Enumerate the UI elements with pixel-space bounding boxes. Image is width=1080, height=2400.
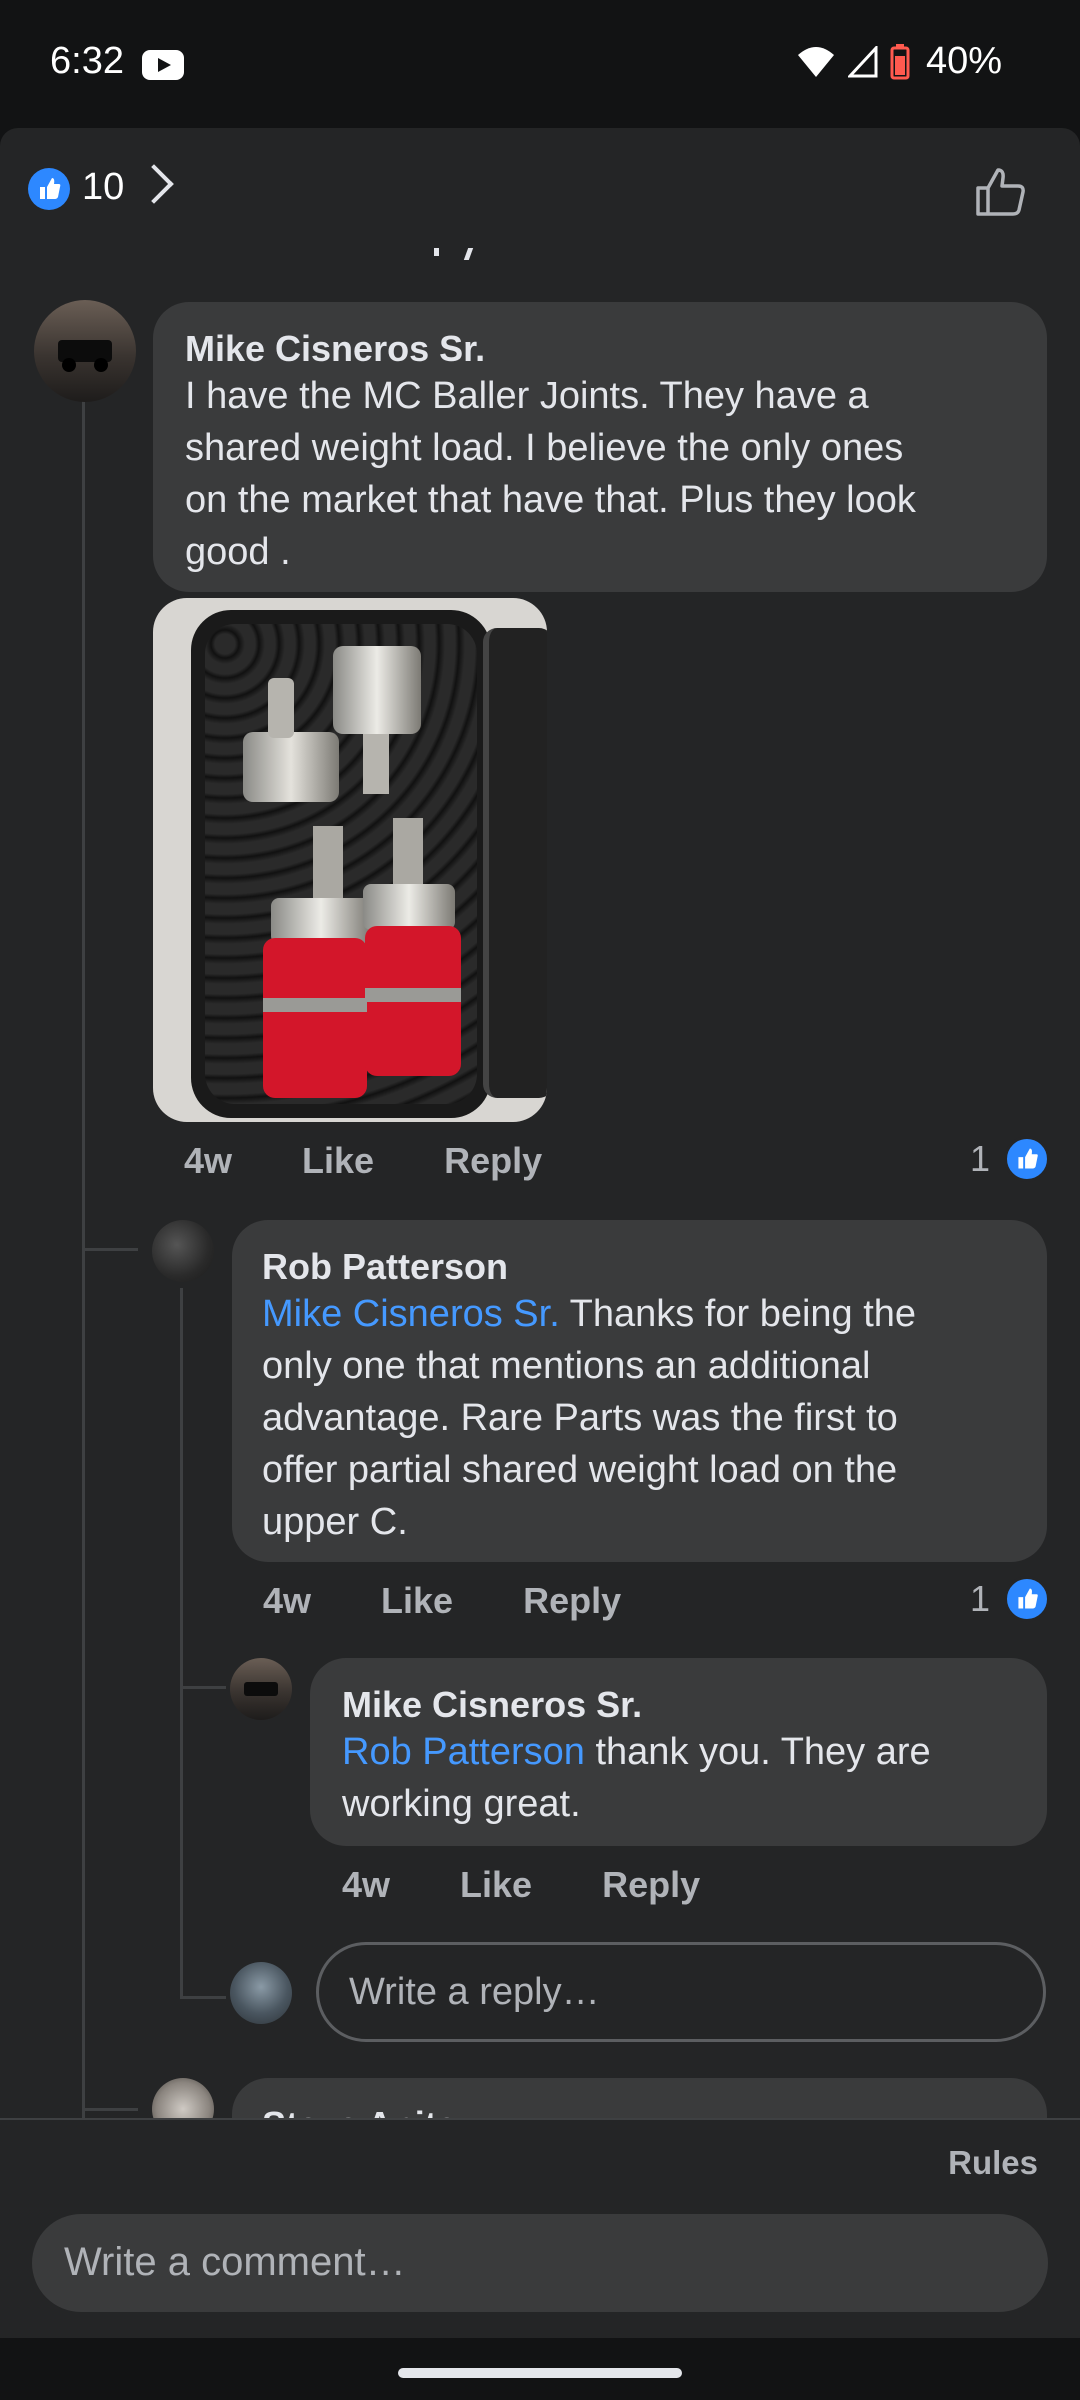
comment-line: offer partial shared weight load on the xyxy=(262,1449,898,1491)
comment-input[interactable]: Write a comment… xyxy=(32,2214,1048,2312)
battery-percent: 40% xyxy=(925,40,1002,82)
comment-reactions[interactable]: 1 xyxy=(970,1576,1050,1622)
thread-connector-reply xyxy=(180,1996,226,1999)
reply-input[interactable]: Write a reply… xyxy=(316,1942,1046,2042)
battery-low-icon xyxy=(890,43,910,79)
like-reaction-icon xyxy=(1004,1576,1050,1622)
mention-link[interactable]: Rob Patterson xyxy=(342,1731,585,1773)
mention-link[interactable]: Mike Cisneros Sr. xyxy=(262,1293,560,1335)
comment-line: working great. xyxy=(342,1783,581,1825)
system-nav-bar xyxy=(0,2338,1080,2400)
comment-time: 4w xyxy=(263,1580,312,1621)
home-gesture-bar[interactable] xyxy=(398,2368,682,2378)
comment-time: 4w xyxy=(184,1140,233,1181)
thread-connector-mike xyxy=(180,1686,226,1689)
reactions-header: 10 xyxy=(0,128,1080,248)
reaction-count: 1 xyxy=(969,1138,990,1179)
comments-sheet: 10 Mike Cisneros Sr. I have the MC Balle… xyxy=(0,128,1080,2338)
clipped-previous-content xyxy=(430,248,480,260)
comment-line: Rob Patterson thank you. They are xyxy=(342,1726,1032,1778)
reply-button[interactable]: Reply xyxy=(523,1580,621,1622)
avatar[interactable] xyxy=(230,1658,292,1720)
thread-connector-steve xyxy=(82,2108,138,2111)
comment-line: Mike Cisneros Sr. Thanks for being the xyxy=(262,1288,1032,1340)
thread-line-main xyxy=(82,400,85,2120)
reply-button[interactable]: Reply xyxy=(444,1140,542,1182)
reaction-count: 1 xyxy=(969,1578,990,1619)
thread-connector-rob xyxy=(82,1248,138,1251)
comment-line: upper C. xyxy=(262,1501,408,1543)
comment-line: shared weight load. I believe the only o… xyxy=(185,427,904,469)
chevron-right-icon[interactable] xyxy=(134,164,174,204)
comment-line: only one that mentions an additional xyxy=(262,1345,871,1387)
avatar[interactable] xyxy=(34,300,136,402)
like-reaction-icon[interactable] xyxy=(28,168,70,210)
like-button[interactable]: Like xyxy=(381,1580,453,1622)
like-button[interactable]: Like xyxy=(302,1140,374,1182)
reply-button[interactable]: Reply xyxy=(602,1864,700,1906)
comment-line: advantage. Rare Parts was the first to xyxy=(262,1397,898,1439)
comment-time: 4w xyxy=(342,1864,391,1905)
signal-icon xyxy=(847,45,878,77)
comment-bubble[interactable]: Rob Patterson Mike Cisneros Sr. Thanks f… xyxy=(232,1220,1047,1562)
comment-photo[interactable] xyxy=(153,598,547,1122)
comment-line: I have the MC Baller Joints. They have a xyxy=(185,375,869,417)
comment-author[interactable]: Rob Patterson xyxy=(262,1246,508,1288)
comment-text: I have the MC Baller Joints. They have a… xyxy=(185,370,916,578)
comment-actions: 4w Like Reply xyxy=(184,1140,612,1182)
comment-text: Rob Patterson thank you. They are workin… xyxy=(342,1726,1032,1830)
comment-author[interactable]: Mike Cisneros Sr. xyxy=(185,328,485,370)
comment-reactions[interactable]: 1 xyxy=(970,1136,1050,1182)
comment-line-part: Thanks for being the xyxy=(559,1293,917,1335)
comment-bubble[interactable]: Mike Cisneros Sr. I have the MC Baller J… xyxy=(153,302,1047,592)
like-reaction-icon xyxy=(1004,1136,1050,1182)
comment-line-part: thank you. They are xyxy=(584,1731,931,1773)
youtube-icon xyxy=(142,50,184,80)
comment-actions: 4w Like Reply xyxy=(342,1864,770,1906)
comment-text: Mike Cisneros Sr. Thanks for being the o… xyxy=(262,1288,1032,1548)
thumbs-up-outline-icon[interactable] xyxy=(972,164,1028,220)
comment-line: on the market that have that. Plus they … xyxy=(185,479,916,521)
avatar xyxy=(230,1962,292,2024)
comment-line: good . xyxy=(185,531,291,573)
avatar[interactable] xyxy=(152,1220,214,1282)
wifi-icon xyxy=(797,46,834,77)
comment-actions: 4w Like Reply xyxy=(263,1580,691,1622)
reaction-count[interactable]: 10 xyxy=(82,166,124,209)
status-right: 40% xyxy=(796,40,1002,83)
comment-composer: Rules Write a comment… xyxy=(0,2118,1080,2338)
thread-line-rob xyxy=(180,1288,183,1998)
like-button[interactable]: Like xyxy=(460,1864,532,1906)
comment-author[interactable]: Mike Cisneros Sr. xyxy=(342,1684,642,1726)
status-time: 6:32 xyxy=(50,40,124,82)
comment-bubble[interactable]: Mike Cisneros Sr. Rob Patterson thank yo… xyxy=(310,1658,1047,1846)
status-bar: 6:32 40% xyxy=(0,0,1080,128)
rules-link[interactable]: Rules xyxy=(948,2144,1038,2182)
